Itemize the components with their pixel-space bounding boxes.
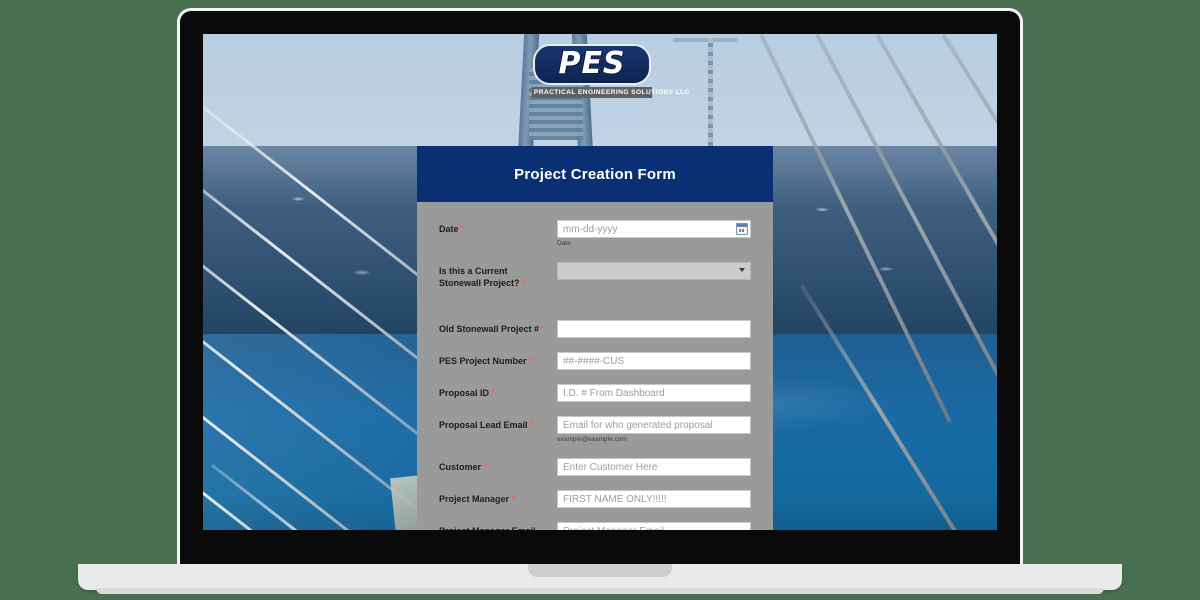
- project-manager-email-input[interactable]: [557, 522, 751, 530]
- laptop-trackpad-notch: [528, 564, 672, 577]
- pes-logo-tagline: PRACTICAL ENGINEERING SOLUTIONS LLC: [531, 87, 689, 98]
- form-field-customer: Customer *: [439, 458, 751, 476]
- field-control-proposal-id: [557, 384, 751, 402]
- form-field-date: Date* Date: [439, 220, 751, 248]
- field-label-proposal-id: Proposal ID *: [439, 384, 557, 400]
- form-field-proposal-id: Proposal ID *: [439, 384, 751, 402]
- required-marker: *: [541, 324, 545, 335]
- laptop-base-lip: [96, 588, 1104, 594]
- form-header: Project Creation Form: [417, 146, 773, 202]
- field-label-project-manager-email: Project Manager Email: [439, 522, 557, 530]
- required-marker: *: [511, 494, 515, 505]
- chevron-down-icon[interactable]: [739, 268, 745, 272]
- customer-input[interactable]: [557, 458, 751, 476]
- form-field-old-stonewall-project-number: Old Stonewall Project # *: [439, 320, 751, 338]
- field-hint-date: Date: [557, 240, 571, 247]
- field-control-date: Date: [557, 220, 751, 248]
- required-marker: *: [528, 356, 533, 367]
- field-label-project-manager: Project Manager *: [439, 490, 557, 506]
- proposal-lead-email-input[interactable]: [557, 416, 751, 434]
- field-control-proposal-lead-email: example@example.com: [557, 416, 751, 444]
- project-manager-input[interactable]: [557, 490, 751, 508]
- pes-logo: PES PRACTICAL ENGINEERING SOLUTIONS LLC: [531, 44, 689, 98]
- field-control-pes-project-number: [557, 352, 751, 370]
- field-control-current-stonewall-project: [557, 262, 751, 280]
- form-field-project-manager-email: Project Manager Email: [439, 522, 751, 530]
- label-text: Date: [439, 224, 459, 234]
- form-field-project-manager: Project Manager *: [439, 490, 751, 508]
- field-control-customer: [557, 458, 751, 476]
- field-label-customer: Customer *: [439, 458, 557, 474]
- form-body: Date* Date Is this a Current Stonewall P…: [417, 202, 773, 530]
- pes-logo-badge: PES: [533, 44, 651, 85]
- field-control-project-manager-email: [557, 522, 751, 530]
- date-input[interactable]: [557, 220, 751, 238]
- old-stonewall-project-number-input[interactable]: [557, 320, 751, 338]
- required-marker: *: [529, 420, 534, 431]
- label-text: Old Stonewall Project #: [439, 324, 540, 334]
- form-field-pes-project-number: PES Project Number *: [439, 352, 751, 370]
- form-field-current-stonewall-project: Is this a Current Stonewall Project? *: [439, 262, 751, 306]
- label-text: Proposal ID: [439, 388, 490, 398]
- construction-crane-jib: [673, 38, 737, 42]
- pes-logo-letters: PES: [558, 46, 626, 81]
- required-marker: *: [460, 224, 465, 235]
- field-label-old-stonewall-project-number: Old Stonewall Project # *: [439, 320, 557, 336]
- proposal-id-input[interactable]: [557, 384, 751, 402]
- required-marker: *: [521, 278, 526, 289]
- label-text: Customer: [439, 462, 482, 472]
- label-text: Is this a Current Stonewall Project?: [439, 266, 520, 288]
- field-label-current-stonewall-project: Is this a Current Stonewall Project? *: [439, 262, 557, 290]
- field-label-date: Date *: [439, 220, 557, 236]
- label-text: Project Manager Email: [439, 526, 536, 530]
- laptop-screen: PES PRACTICAL ENGINEERING SOLUTIONS LLC …: [203, 34, 997, 530]
- field-control-project-manager: [557, 490, 751, 508]
- page-title: Project Creation Form: [514, 165, 676, 183]
- label-text: PES Project Number: [439, 356, 527, 366]
- label-text: Proposal Lead Email: [439, 420, 528, 430]
- required-marker: *: [483, 462, 487, 473]
- field-label-pes-project-number: PES Project Number *: [439, 352, 557, 368]
- field-hint-proposal-lead-email: example@example.com: [557, 436, 627, 443]
- field-label-proposal-lead-email: Proposal Lead Email *: [439, 416, 557, 432]
- form-field-proposal-lead-email: Proposal Lead Email* example@example.com: [439, 416, 751, 444]
- project-creation-form: Project Creation Form Date* Date: [417, 146, 773, 530]
- required-marker: *: [491, 388, 495, 399]
- pes-project-number-input[interactable]: [557, 352, 751, 370]
- laptop-mockup: PES PRACTICAL ENGINEERING SOLUTIONS LLC …: [0, 0, 1200, 600]
- label-text: Project Manager: [439, 494, 510, 504]
- current-stonewall-project-select[interactable]: [557, 262, 751, 280]
- field-control-old-stonewall-project-number: [557, 320, 751, 338]
- calendar-icon[interactable]: [736, 223, 748, 235]
